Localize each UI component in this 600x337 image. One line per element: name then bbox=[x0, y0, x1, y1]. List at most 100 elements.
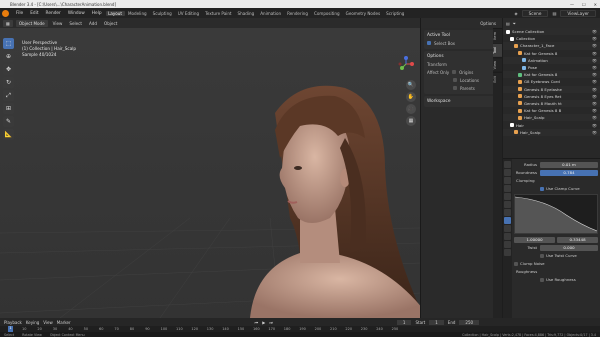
menu-window[interactable]: Window bbox=[65, 11, 88, 16]
clump-curve-widget[interactable] bbox=[514, 194, 598, 234]
pan-hand-icon[interactable]: ✋ bbox=[406, 92, 416, 102]
transform-row[interactable]: Transform bbox=[427, 60, 496, 68]
current-frame-field[interactable]: 1 bbox=[396, 319, 412, 325]
cursor-icon[interactable]: ⊕ bbox=[3, 51, 14, 62]
outliner-row[interactable]: Hair_Scalp 👁 bbox=[503, 114, 600, 122]
visibility-eye-icon[interactable]: 👁 bbox=[592, 36, 597, 41]
timeline-menu-playback[interactable]: Playback bbox=[4, 320, 22, 325]
outliner-row[interactable]: Scene Collection 👁 bbox=[503, 28, 600, 36]
blender-logo-icon[interactable] bbox=[2, 9, 9, 17]
workspace-title[interactable]: Workspace bbox=[427, 98, 496, 105]
visibility-eye-icon[interactable]: 👁 bbox=[592, 130, 597, 135]
visibility-eye-icon[interactable]: 👁 bbox=[592, 29, 597, 34]
viewport-menu-add[interactable]: Add bbox=[87, 21, 99, 26]
visibility-eye-icon[interactable]: 👁 bbox=[592, 123, 597, 128]
close-button[interactable]: ✕ bbox=[594, 2, 597, 7]
parents-checkbox[interactable] bbox=[453, 86, 457, 90]
viewport-menu-select[interactable]: Select bbox=[67, 21, 84, 26]
visibility-eye-icon[interactable]: 👁 bbox=[592, 101, 597, 106]
view-layer-field[interactable]: ViewLayer bbox=[560, 9, 596, 17]
particles-tab-icon[interactable] bbox=[504, 217, 511, 224]
tab-view[interactable]: View bbox=[493, 56, 502, 73]
select-box-icon[interactable]: ⬚ bbox=[3, 38, 14, 49]
twist-field[interactable]: 0.000 bbox=[540, 244, 598, 251]
clump-noise-row[interactable]: Clump Noise bbox=[514, 260, 598, 267]
tab-sculpting[interactable]: Sculpting bbox=[150, 11, 174, 16]
camera-icon[interactable]: 🎥 bbox=[406, 104, 416, 114]
transform-icon[interactable]: ⊞ bbox=[3, 103, 14, 114]
visibility-eye-icon[interactable]: 👁 bbox=[592, 115, 597, 120]
roughness-row[interactable]: Roughness bbox=[514, 268, 598, 275]
visibility-eye-icon[interactable]: 👁 bbox=[592, 43, 597, 48]
maximize-button[interactable]: ☐ bbox=[582, 2, 586, 7]
mode-dropdown[interactable]: Object Mode bbox=[15, 19, 48, 27]
annotate-icon[interactable]: ✎ bbox=[3, 116, 14, 127]
visibility-eye-icon[interactable]: 👁 bbox=[592, 51, 597, 56]
outliner-row[interactable]: Kat for Genesis 8 B 👁 bbox=[503, 107, 600, 114]
roundness-field[interactable]: 0.784 bbox=[540, 169, 598, 176]
visibility-eye-icon[interactable]: 👁 bbox=[592, 108, 597, 113]
scale-icon[interactable]: ⤢ bbox=[3, 90, 14, 101]
visibility-eye-icon[interactable]: 👁 bbox=[592, 79, 597, 84]
tab-scripting[interactable]: Scripting bbox=[384, 11, 407, 16]
outliner-row[interactable]: Animation 👁 bbox=[503, 56, 600, 64]
minimize-button[interactable]: — bbox=[570, 2, 574, 7]
modifier-tab-icon[interactable] bbox=[504, 209, 511, 216]
options-title[interactable]: Options bbox=[427, 53, 496, 60]
outliner-row[interactable]: Genesis 8 Mouth ht 👁 bbox=[503, 99, 600, 108]
physics-tab-icon[interactable] bbox=[504, 225, 511, 232]
outliner-row[interactable]: G8 Eyebrows Cord 👁 bbox=[503, 78, 600, 85]
curve-x-field[interactable]: 1.00000 bbox=[514, 236, 555, 243]
outliner-row[interactable]: Hair_Scalp 👁 bbox=[503, 128, 600, 136]
end-frame-field[interactable]: 250 bbox=[459, 319, 480, 325]
visibility-eye-icon[interactable]: 👁 bbox=[592, 87, 597, 92]
menu-file[interactable]: File bbox=[13, 11, 26, 16]
constraints-tab-icon[interactable] bbox=[504, 233, 511, 240]
options-dropdown[interactable]: Options bbox=[421, 18, 502, 28]
outliner-filter-icon[interactable]: ⏷ bbox=[513, 21, 516, 26]
material-tab-icon[interactable] bbox=[504, 249, 511, 256]
tab-layout[interactable]: Layout bbox=[105, 10, 125, 16]
curve-y-field[interactable]: 0.33448 bbox=[557, 236, 598, 243]
clumping-row[interactable]: Clumping bbox=[514, 177, 598, 184]
tab-shading[interactable]: Shading bbox=[235, 11, 257, 16]
outliner-display-icon[interactable]: ▤ bbox=[506, 21, 510, 26]
outliner-row[interactable]: Collection 👁 bbox=[503, 35, 600, 42]
navigation-gizmo[interactable] bbox=[398, 56, 414, 72]
editor-type-button[interactable]: ▦ bbox=[3, 19, 13, 27]
visibility-eye-icon[interactable]: 👁 bbox=[592, 94, 597, 99]
menu-help[interactable]: Help bbox=[89, 11, 105, 16]
locations-checkbox[interactable] bbox=[453, 78, 457, 82]
origins-checkbox[interactable] bbox=[452, 70, 457, 74]
tab-rendering[interactable]: Rendering bbox=[285, 11, 311, 16]
viewport-menu-object[interactable]: Object bbox=[102, 21, 119, 26]
scene-tab-icon[interactable] bbox=[504, 185, 511, 192]
output-tab-icon[interactable] bbox=[504, 177, 511, 184]
visibility-eye-icon[interactable]: 👁 bbox=[592, 72, 597, 77]
visibility-eye-icon[interactable]: 👁 bbox=[592, 65, 597, 70]
tool-tab-icon[interactable] bbox=[504, 161, 511, 168]
start-frame-field[interactable]: 1 bbox=[429, 319, 444, 325]
grid-icon[interactable]: ▦ bbox=[406, 116, 416, 126]
move-icon[interactable]: ✥ bbox=[3, 64, 14, 75]
jump-end-icon[interactable]: ⏭ bbox=[269, 320, 273, 325]
outliner-row[interactable]: Hair 👁 bbox=[503, 121, 600, 128]
world-tab-icon[interactable] bbox=[504, 193, 511, 200]
tab-modeling[interactable]: Modeling bbox=[126, 11, 150, 16]
outliner-row[interactable]: Genesis 8 Eyes Ret 👁 bbox=[503, 93, 600, 100]
tab-edit[interactable]: Edit bbox=[493, 72, 502, 86]
tab-geometry-nodes[interactable]: Geometry Nodes bbox=[343, 11, 383, 16]
tab-item[interactable]: Item bbox=[493, 28, 502, 43]
viewport-menu-view[interactable]: View bbox=[51, 21, 65, 26]
timeline-menu-view[interactable]: View bbox=[43, 320, 53, 325]
jump-start-icon[interactable]: ⏮ bbox=[255, 320, 259, 325]
outliner-row[interactable]: Kat for Genesis 8 👁 bbox=[503, 50, 600, 57]
scene-field[interactable]: Scene bbox=[521, 9, 549, 17]
outliner-row[interactable]: Kat for Genesis 8 👁 bbox=[503, 71, 600, 79]
menu-edit[interactable]: Edit bbox=[27, 11, 41, 16]
outliner-row[interactable]: Character_1_Face 👁 bbox=[503, 42, 600, 50]
tab-compositing[interactable]: Compositing bbox=[311, 11, 342, 16]
object-tab-icon[interactable] bbox=[504, 201, 511, 208]
outliner-row[interactable]: Pose 👁 bbox=[503, 64, 600, 71]
radius-field[interactable]: 0.01 m bbox=[540, 161, 598, 168]
